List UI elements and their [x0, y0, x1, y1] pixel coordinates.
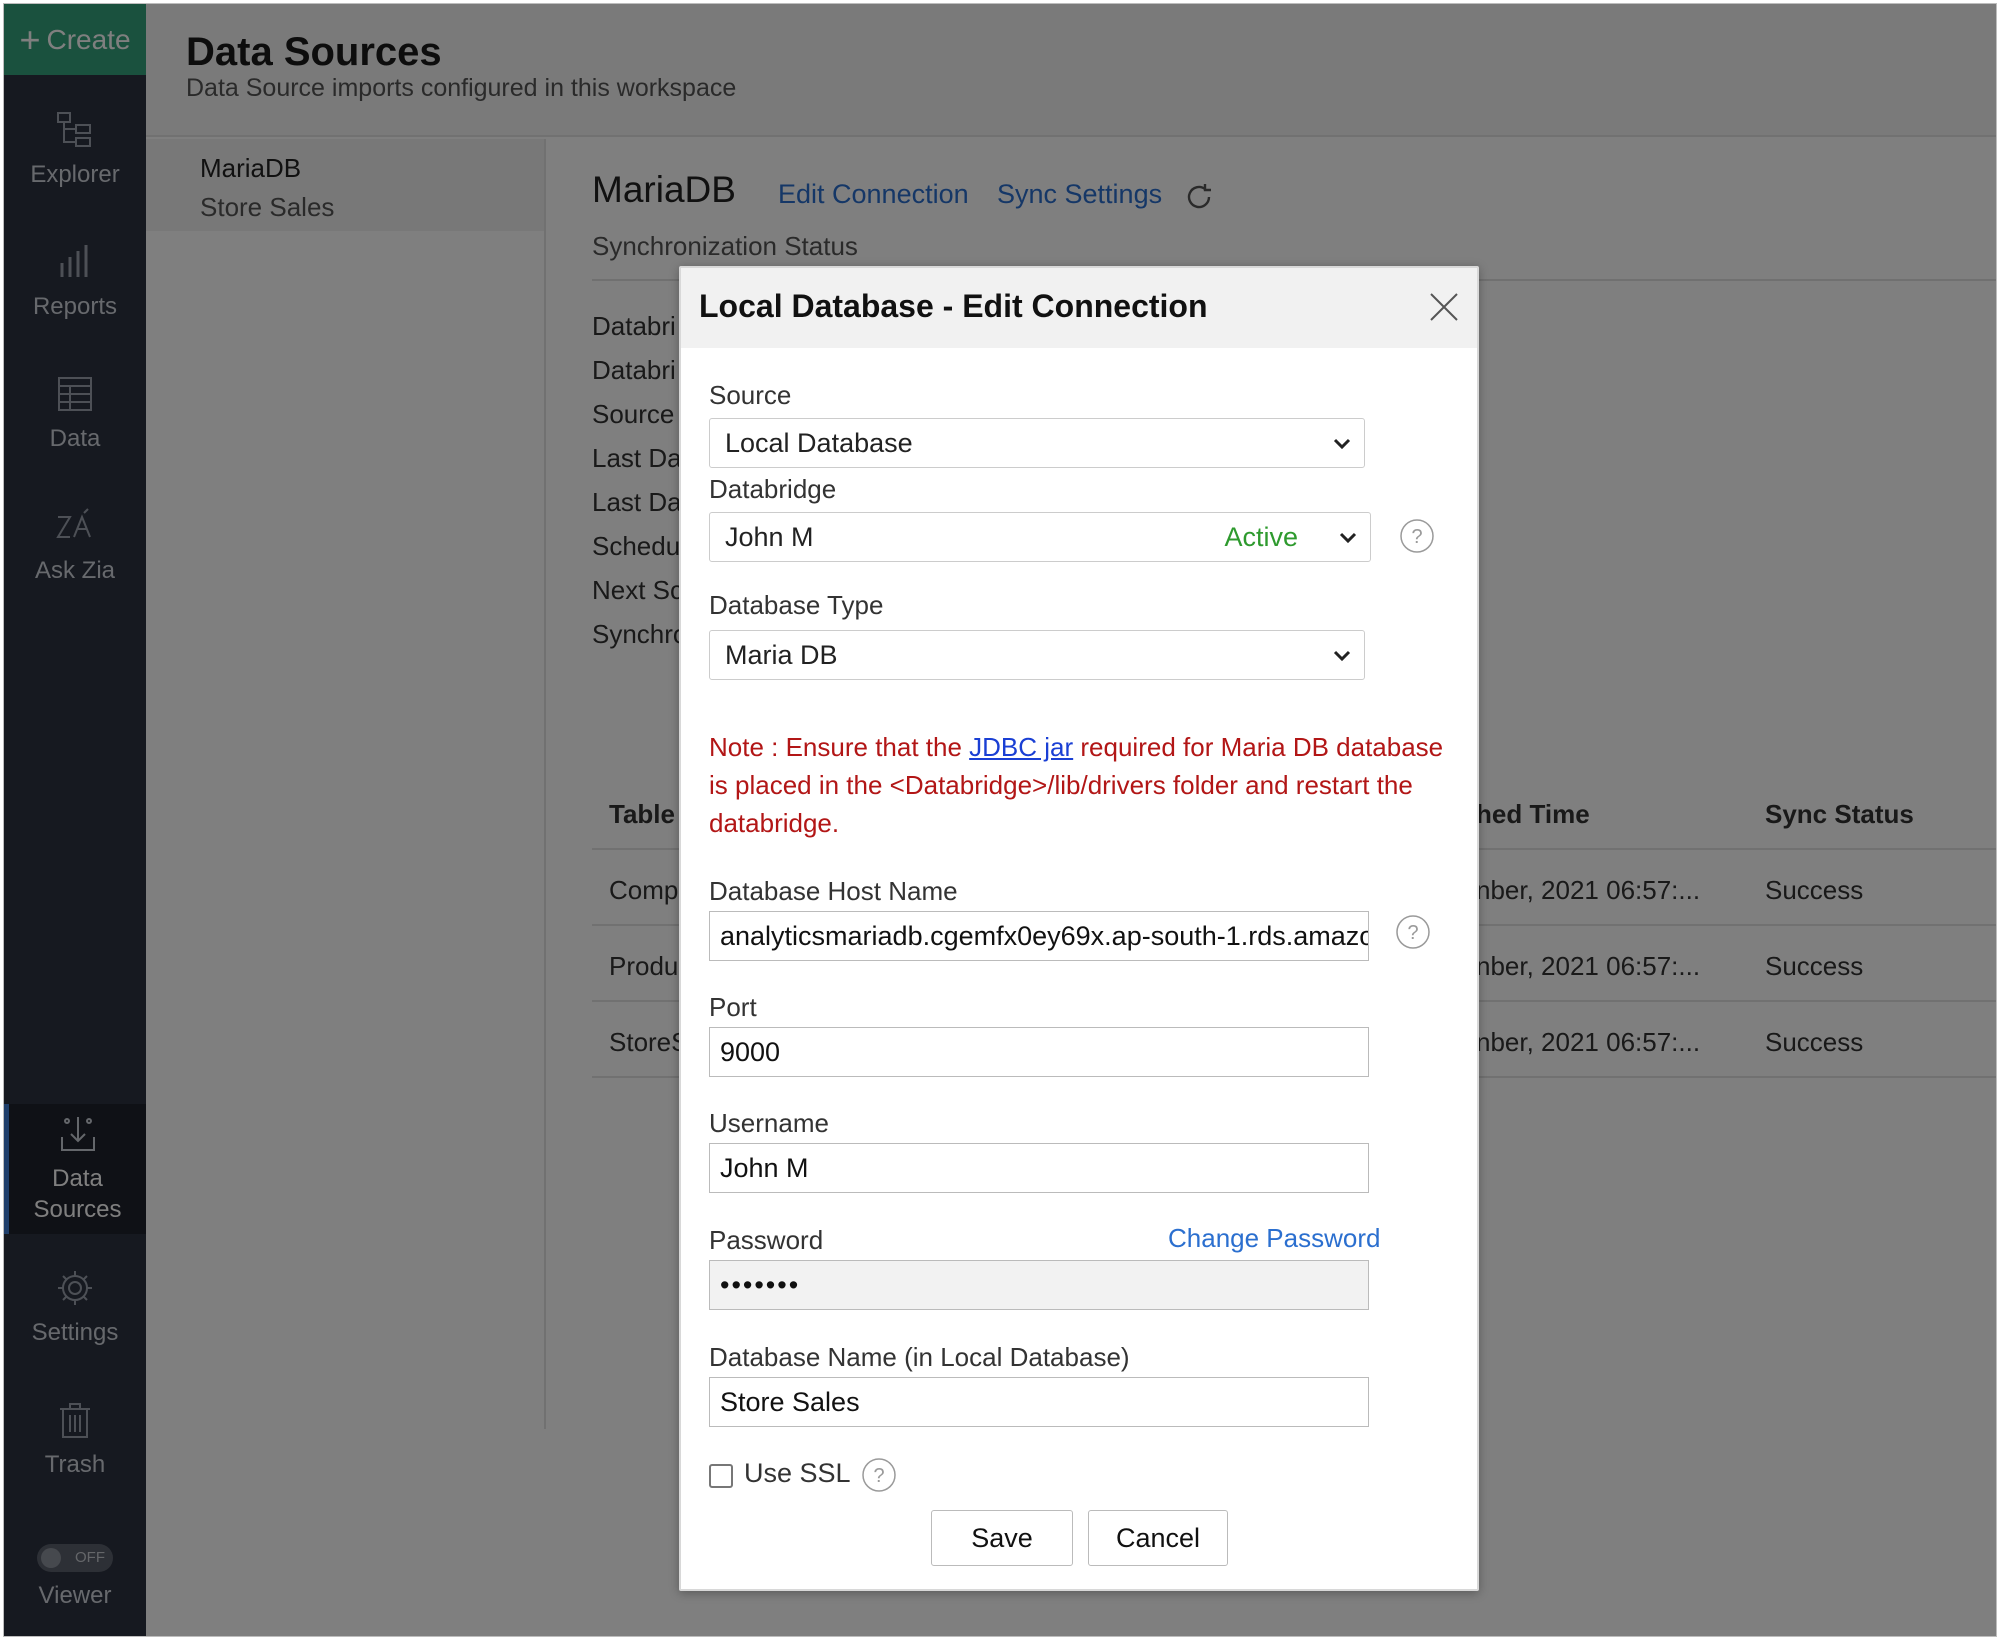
database-type-label: Database Type [709, 590, 884, 620]
host-label: Database Host Name [709, 876, 958, 906]
save-button[interactable]: Save [931, 1510, 1073, 1566]
dialog-header: Local Database - Edit Connection [681, 268, 1477, 348]
databridge-status: Active [1224, 522, 1298, 552]
svg-text:?: ? [1407, 922, 1418, 944]
source-value: Local Database [725, 427, 913, 458]
username-label: Username [709, 1108, 829, 1138]
databridge-label: Databridge [709, 474, 837, 504]
close-icon[interactable] [1427, 290, 1461, 324]
host-input[interactable]: analyticsmariadb.cgemfx0ey69x.ap-south-1… [709, 911, 1369, 961]
use-ssl-checkbox[interactable] [709, 1464, 733, 1488]
help-icon[interactable]: ? [861, 1457, 897, 1493]
svg-text:?: ? [1411, 526, 1422, 548]
chevron-down-icon [1333, 650, 1351, 662]
username-input[interactable]: John M [709, 1143, 1369, 1193]
database-type-select[interactable]: Maria DB [709, 630, 1365, 680]
chevron-down-icon [1339, 532, 1357, 544]
database-type-value: Maria DB [725, 639, 838, 670]
driver-note: Note : Ensure that the JDBC jar required… [709, 728, 1469, 842]
note-prefix: Note : Ensure that the [709, 732, 970, 762]
source-label: Source [709, 380, 792, 410]
help-icon[interactable]: ? [1395, 914, 1431, 950]
use-ssl-label: Use SSL [744, 1458, 851, 1488]
help-icon[interactable]: ? [1399, 518, 1435, 554]
cancel-button[interactable]: Cancel [1088, 1510, 1228, 1566]
port-label: Port [709, 992, 757, 1022]
db-name-input[interactable]: Store Sales [709, 1377, 1369, 1427]
change-password-link[interactable]: Change Password [1168, 1223, 1380, 1254]
chevron-down-icon [1333, 438, 1351, 450]
password-label: Password [709, 1225, 824, 1255]
app-window: + Create Explorer Reports Data [3, 3, 1997, 1637]
jdbc-jar-link[interactable]: JDBC jar [969, 732, 1073, 762]
port-input[interactable]: 9000 [709, 1027, 1369, 1077]
edit-connection-dialog: Local Database - Edit Connection Source … [679, 266, 1479, 1591]
svg-text:?: ? [873, 1465, 884, 1487]
db-name-label: Database Name (in Local Database) [709, 1342, 1130, 1372]
source-select[interactable]: Local Database [709, 418, 1365, 468]
password-field: ••••••• [709, 1260, 1369, 1310]
databridge-value: John M [725, 521, 814, 552]
dialog-title: Local Database - Edit Connection [699, 288, 1208, 324]
databridge-select[interactable]: John M Active [709, 512, 1371, 562]
